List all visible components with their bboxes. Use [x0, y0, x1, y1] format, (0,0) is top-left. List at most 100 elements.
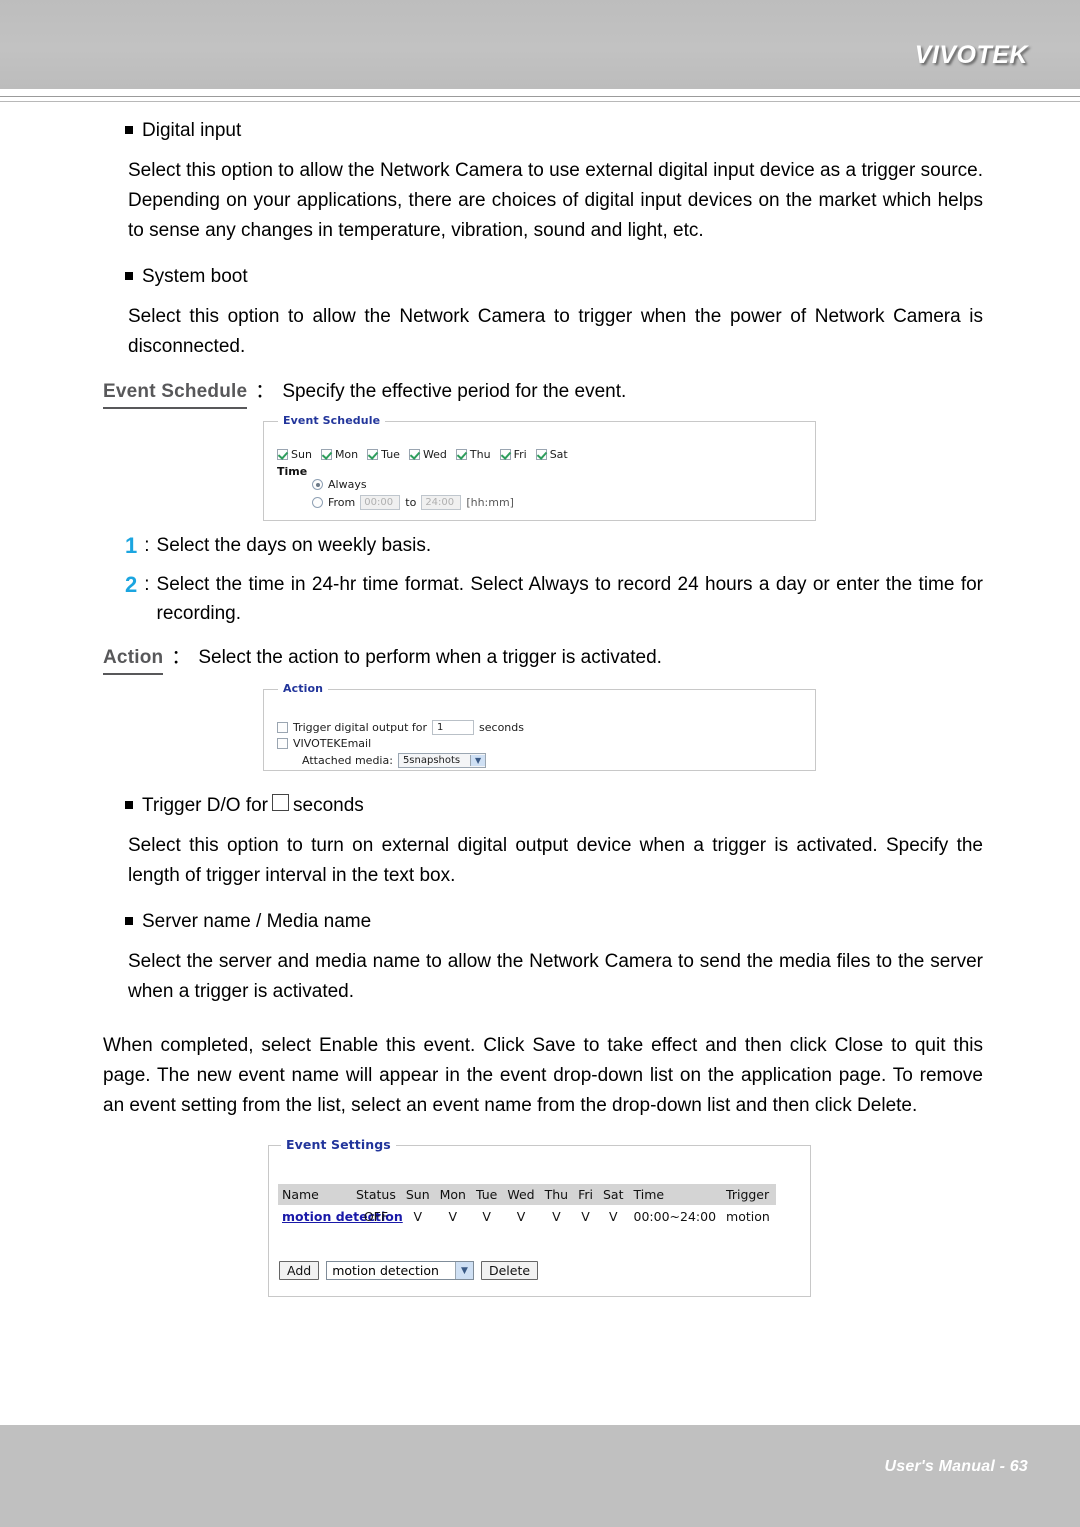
- step-1: 1 : Select the days on weekly basis.: [125, 531, 983, 560]
- term-colon: ：: [255, 381, 275, 402]
- radio-from-label: From: [328, 496, 356, 509]
- checkbox-icon[interactable]: [277, 449, 288, 460]
- trigger-digital-output-label: Trigger digital output for: [293, 721, 428, 734]
- trigger-do-heading-post: seconds: [293, 795, 364, 816]
- footer-manual-label: User's Manual - 63: [884, 1458, 1028, 1475]
- checkbox-icon[interactable]: [277, 722, 288, 733]
- col-mon: Mon: [435, 1184, 472, 1205]
- event-schedule-legend: Event Schedule: [278, 414, 386, 427]
- square-bullet-icon: [125, 917, 133, 925]
- cell-sat: V: [608, 1209, 618, 1224]
- server-media-heading-label: Server name / Media name: [142, 911, 372, 932]
- event-schedule-description: Specify the effective period for the eve…: [282, 381, 627, 402]
- action-term: Action: [103, 644, 164, 675]
- col-thu: Thu: [540, 1184, 575, 1205]
- step-2: 2 : Select the time in 24-hr time format…: [125, 570, 983, 628]
- event-name-link[interactable]: motion detection: [282, 1209, 403, 1224]
- step-2-text: Select the time in 24-hr time format. Se…: [156, 574, 983, 624]
- time-section-label: Time: [277, 465, 308, 478]
- checkbox-icon[interactable]: [499, 449, 511, 460]
- cell-trigger: motion: [726, 1209, 770, 1224]
- radio-icon[interactable]: [312, 497, 323, 508]
- trigger-digital-output-row[interactable]: Trigger digital output for 1 seconds: [277, 720, 524, 735]
- step-1-colon: :: [144, 535, 150, 556]
- weekday-checkbox-row: Sun Mon Tue Wed Thu Fri Sat: [277, 448, 574, 461]
- col-fri: Fri: [574, 1184, 599, 1205]
- checkbox-wed[interactable]: Wed: [408, 448, 447, 461]
- digital-input-paragraph: Select this option to allow the Network …: [128, 160, 983, 241]
- checkbox-icon[interactable]: [408, 449, 420, 460]
- add-button[interactable]: Add: [279, 1261, 320, 1280]
- event-settings-button-row: Add motion detection ▼ Delete: [279, 1261, 539, 1280]
- col-status: Status: [352, 1184, 402, 1205]
- action-screenshot: Action Trigger digital output for 1 seco…: [263, 682, 816, 771]
- delete-button[interactable]: Delete: [480, 1261, 539, 1280]
- chevron-down-icon[interactable]: ▼: [470, 755, 486, 766]
- event-select[interactable]: motion detection ▼: [326, 1261, 474, 1280]
- checkbox-fri-label: Fri: [513, 448, 527, 461]
- to-time-input[interactable]: 24:00: [421, 495, 462, 510]
- col-sat: Sat: [599, 1184, 630, 1205]
- checkbox-fri[interactable]: Fri: [499, 448, 527, 461]
- table-header-row: Name Status Sun Mon Tue Wed Thu Fri Sat …: [278, 1184, 776, 1205]
- server-media-heading: Server name / Media name: [125, 909, 983, 935]
- event-settings-table: Name Status Sun Mon Tue Wed Thu Fri Sat …: [278, 1184, 776, 1228]
- checkbox-tue[interactable]: Tue: [367, 448, 400, 461]
- event-schedule-term: Event Schedule: [103, 378, 248, 409]
- trigger-seconds-unit: seconds: [479, 721, 524, 734]
- vivotek-logo: VIVOTEK: [914, 41, 1028, 69]
- cell-fri: V: [581, 1209, 590, 1224]
- checkbox-icon[interactable]: [320, 449, 332, 460]
- attached-media-value: 5snapshots: [402, 755, 461, 766]
- radio-always[interactable]: Always: [312, 478, 367, 491]
- step-1-text: Select the days on weekly basis.: [156, 535, 432, 556]
- checkbox-icon[interactable]: [277, 738, 288, 749]
- checkbox-thu[interactable]: Thu: [455, 448, 491, 461]
- step-2-number: 2: [125, 572, 138, 597]
- cell-tue: V: [482, 1209, 491, 1224]
- system-boot-heading: System boot: [125, 264, 983, 290]
- checkbox-sat[interactable]: Sat: [535, 448, 568, 461]
- col-trigger: Trigger: [722, 1184, 776, 1205]
- chevron-down-icon[interactable]: ▼: [454, 1262, 473, 1279]
- vivotek-email-label: VIVOTEKEmail: [293, 737, 372, 750]
- time-format-hint: [hh:mm]: [466, 496, 514, 509]
- cell-thu: V: [552, 1209, 561, 1224]
- to-label: to: [405, 496, 417, 509]
- col-tue: Tue: [471, 1184, 504, 1205]
- action-term-line: Action ： Select the action to perform wh…: [103, 644, 983, 675]
- page-header: VIVOTEK: [0, 0, 1080, 89]
- checkbox-tue-label: Tue: [381, 448, 400, 461]
- from-time-input[interactable]: 00:00: [360, 495, 401, 510]
- checkbox-sun[interactable]: Sun: [277, 448, 312, 461]
- col-time: Time: [629, 1184, 723, 1205]
- trigger-seconds-input[interactable]: 1: [432, 720, 475, 735]
- page-footer: User's Manual - 63: [0, 1425, 1080, 1527]
- checkbox-icon[interactable]: [455, 449, 467, 460]
- radio-icon[interactable]: [312, 479, 323, 490]
- action-description: Select the action to perform when a trig…: [198, 647, 662, 668]
- radio-from-range[interactable]: From 00:00 to 24:00 [hh:mm]: [312, 495, 514, 510]
- checkbox-mon[interactable]: Mon: [320, 448, 359, 461]
- cell-wed: V: [516, 1209, 526, 1224]
- checkbox-sun-label: Sun: [291, 448, 312, 461]
- attached-media-row: Attached media: 5snapshots ▼: [302, 753, 487, 768]
- checkbox-thu-label: Thu: [469, 448, 491, 461]
- step-1-number: 1: [125, 533, 138, 558]
- digital-input-heading: Digital input: [125, 118, 983, 144]
- event-settings-legend: Event Settings: [281, 1137, 396, 1152]
- closing-paragraph: When completed, select Enable this event…: [103, 1035, 983, 1116]
- checkbox-sat-label: Sat: [549, 448, 568, 461]
- checkbox-icon[interactable]: [367, 449, 379, 460]
- checkbox-icon[interactable]: [535, 449, 547, 460]
- attached-media-select[interactable]: 5snapshots ▼: [397, 753, 487, 768]
- cell-mon: V: [448, 1209, 458, 1224]
- col-name: Name: [278, 1184, 352, 1205]
- checkbox-mon-label: Mon: [334, 448, 359, 461]
- trigger-do-heading-pre: Trigger D/O for: [142, 795, 268, 816]
- vivotek-email-row[interactable]: VIVOTEKEmail: [277, 737, 371, 750]
- attached-media-label: Attached media:: [302, 754, 393, 767]
- event-schedule-screenshot: Event Schedule Sun Mon Tue Wed Thu Fri S…: [263, 414, 816, 521]
- square-bullet-icon: [125, 272, 133, 280]
- cell-sun: V: [413, 1209, 423, 1224]
